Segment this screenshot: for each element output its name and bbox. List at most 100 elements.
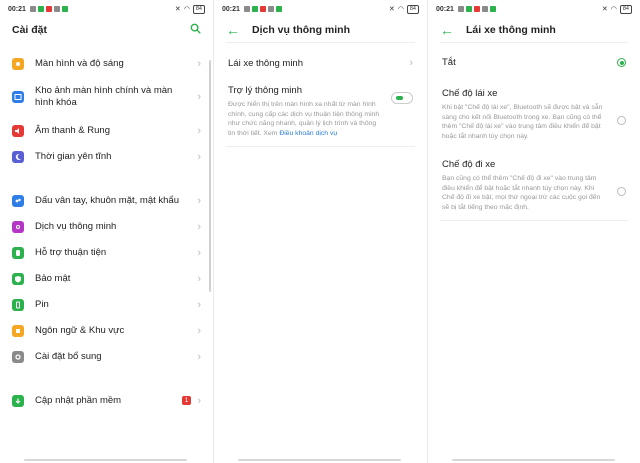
settings-item[interactable]: Màn hình và độ sáng ›: [0, 52, 213, 75]
notification-icon: [267, 6, 274, 12]
mute-icon: ✕: [174, 6, 181, 13]
settings-item-label: Dấu vân tay, khuôn mặt, mật khẩu: [35, 194, 179, 206]
settings-item-label: Bảo mật: [35, 272, 71, 284]
notification-icon: [473, 6, 480, 12]
screenshot-stage: 00:21 ✕ ◠ 84 Cài đặt Màn hình và độ sáng…: [0, 0, 640, 463]
settings-item-label: Âm thanh & Rung: [35, 124, 110, 136]
smart-driving-header: ← Lái xe thông minh: [428, 18, 640, 42]
drive-mode-radio[interactable]: [617, 115, 626, 125]
gesture-bar[interactable]: [452, 459, 615, 461]
chevron-right-icon: ›: [197, 124, 201, 137]
smart-services-header: ← Dịch vụ thông minh: [214, 18, 427, 42]
settings-item[interactable]: Bảo mật ›: [0, 267, 213, 290]
mute-icon: ✕: [601, 6, 608, 13]
drive-mode-description: Khi bật "Chế độ lái xe", Bluetooth sẽ đư…: [442, 104, 603, 140]
smart-driving-screen: 00:21 ✕ ◠ 84 ← Lái xe thông minh Tắt Chế…: [428, 0, 640, 463]
more-settings-icon: [12, 350, 24, 363]
settings-item[interactable]: Kho ảnh màn hình chính và màn hình khóa ›: [0, 78, 213, 116]
option-off-label: Tắt: [442, 57, 456, 68]
wifi-icon: ◠: [397, 6, 404, 13]
notification-icon: [53, 6, 60, 12]
moon-icon: [12, 150, 24, 163]
settings-item[interactable]: Dịch vụ thông minh ›: [0, 215, 213, 238]
scrollbar[interactable]: [209, 60, 211, 292]
chevron-right-icon: ›: [197, 324, 201, 337]
notification-icon: [481, 6, 488, 12]
ride-mode-title: Chế độ đi xe: [442, 159, 496, 170]
settings-item-label: Hỗ trợ thuận tiện: [35, 246, 107, 258]
settings-item[interactable]: Âm thanh & Rung ›: [0, 119, 213, 142]
settings-item-label: Cài đặt bổ sung: [35, 350, 102, 362]
hand-icon: [12, 246, 24, 259]
smart-assistant-toggle[interactable]: [391, 92, 413, 104]
status-notification-icons: [243, 6, 282, 12]
notification-icon: [251, 6, 258, 12]
section-divider: [440, 220, 628, 221]
status-time: 00:21: [436, 5, 454, 13]
page-title: Dịch vụ thông minh: [252, 24, 350, 36]
smart-driving-row[interactable]: Lái xe thông minh ›: [214, 43, 427, 77]
status-notification-icons: [29, 6, 68, 12]
page-title: Cài đặt: [12, 24, 48, 36]
option-off[interactable]: Tắt: [428, 43, 640, 76]
status-time: 00:21: [8, 5, 26, 13]
update-count-badge: 1: [181, 396, 192, 405]
terms-of-service-link[interactable]: Điều khoản dịch vụ: [279, 130, 337, 137]
fingerprint-icon: [12, 194, 24, 207]
gesture-bar[interactable]: [24, 459, 187, 461]
notification-icon: [243, 6, 250, 12]
chevron-right-icon: ›: [197, 91, 201, 103]
notification-icon: [29, 6, 36, 12]
gesture-bar[interactable]: [238, 459, 401, 461]
settings-item[interactable]: Hỗ trợ thuận tiện ›: [0, 241, 213, 264]
settings-list: Màn hình và độ sáng › Kho ảnh màn hình chí…: [0, 52, 213, 412]
shield-icon: [12, 272, 24, 285]
ride-mode-description: Bạn cũng có thể thêm "Chế độ đi xe" vào …: [442, 175, 601, 211]
drive-mode-title: Chế độ lái xe: [442, 88, 498, 99]
option-drive-mode[interactable]: Chế độ lái xe Khi bật "Chế độ lái xe", B…: [428, 76, 640, 149]
chevron-right-icon: ›: [197, 272, 201, 285]
chevron-right-icon: ›: [197, 246, 201, 259]
back-arrow-icon[interactable]: ←: [226, 23, 240, 37]
smart-driving-label: Lái xe thông minh: [228, 57, 303, 69]
notification-icon: [37, 6, 44, 12]
update-icon: [12, 394, 24, 407]
battery-icon: [12, 298, 24, 311]
status-right: ✕ ◠ 84: [389, 4, 419, 14]
chevron-right-icon: ›: [197, 298, 201, 311]
toggle-knob: [396, 96, 403, 100]
sun-icon: [12, 57, 24, 70]
ride-mode-radio[interactable]: [617, 186, 626, 196]
chevron-right-icon: ›: [197, 194, 201, 207]
search-icon[interactable]: [190, 21, 201, 39]
option-ride-mode[interactable]: Chế độ đi xe Bạn cũng có thể thêm "Chế đ…: [428, 149, 640, 220]
battery-indicator: 84: [192, 4, 205, 14]
wifi-icon: ◠: [183, 6, 190, 13]
battery-indicator: 84: [619, 4, 632, 14]
smart-services-screen: 00:21 ✕ ◠ 84 ← Dịch vụ thông minh Lái xe…: [214, 0, 427, 463]
settings-screen: 00:21 ✕ ◠ 84 Cài đặt Màn hình và độ sáng…: [0, 0, 213, 463]
settings-item-label: Thời gian yên tĩnh: [35, 150, 112, 162]
status-right: ✕ ◠ 84: [174, 4, 205, 14]
settings-item[interactable]: Cài đặt bổ sung ›: [0, 345, 213, 368]
status-time: 00:21: [222, 5, 240, 13]
option-off-radio[interactable]: [617, 58, 626, 67]
status-bar: 00:21 ✕ ◠ 84: [214, 0, 427, 18]
settings-item-label: Ngôn ngữ & Khu vực: [35, 324, 125, 336]
settings-item[interactable]: Cập nhật phần mềm 1 ›: [0, 389, 213, 412]
settings-item-label: Pin: [35, 298, 49, 310]
smart-service-icon: [12, 220, 24, 233]
settings-item[interactable]: Dấu vân tay, khuôn mặt, mật khẩu ›: [0, 189, 213, 212]
chevron-right-icon: ›: [197, 220, 201, 233]
status-bar: 00:21 ✕ ◠ 84: [0, 0, 213, 18]
chevron-right-icon: ›: [197, 57, 201, 70]
settings-item[interactable]: Ngôn ngữ & Khu vực ›: [0, 319, 213, 342]
chevron-right-icon: ›: [409, 57, 413, 69]
back-arrow-icon[interactable]: ←: [440, 23, 454, 37]
notification-icon: [465, 6, 472, 12]
chevron-right-icon: ›: [197, 150, 201, 163]
settings-item[interactable]: Thời gian yên tĩnh ›: [0, 145, 213, 168]
settings-item[interactable]: Pin ›: [0, 293, 213, 316]
